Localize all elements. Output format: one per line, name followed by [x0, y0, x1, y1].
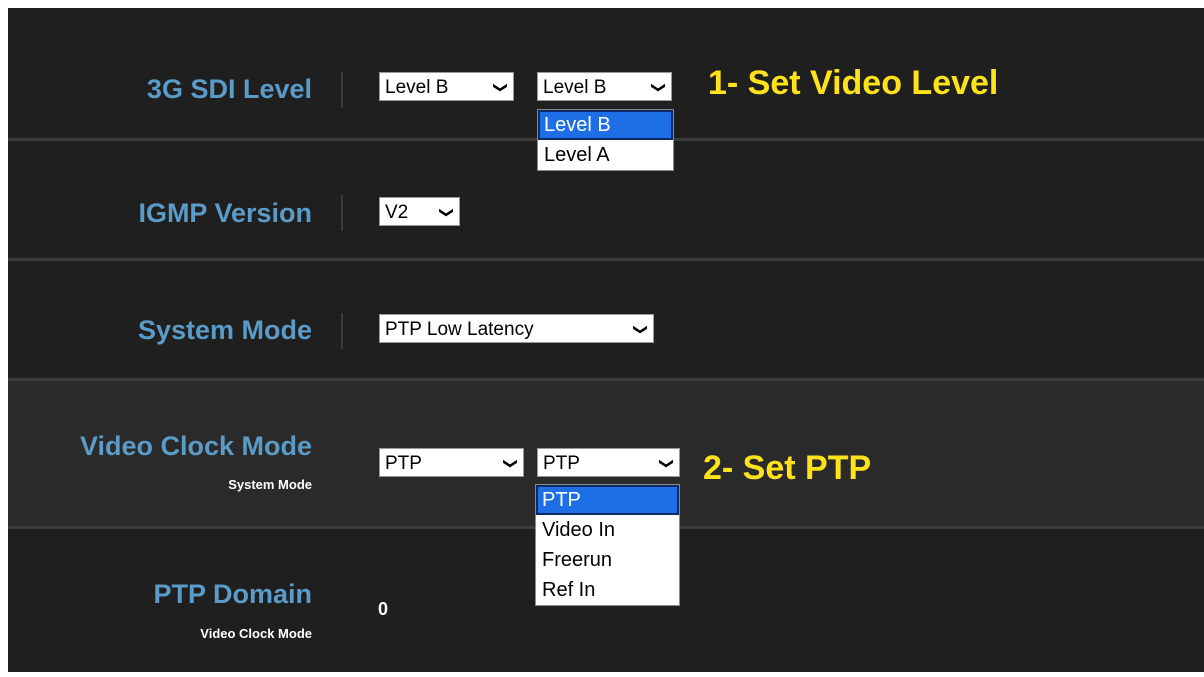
- sdi-level-dropdown: Level B Level A: [537, 109, 674, 171]
- video-clock-mode-option[interactable]: PTP: [536, 485, 679, 515]
- video-clock-mode-select-open-value: PTP: [543, 453, 580, 474]
- divider: [341, 72, 343, 108]
- sdi-level-option[interactable]: Level B: [538, 110, 673, 140]
- igmp-version-select-value: V2: [385, 202, 409, 223]
- sdi-level-select-open-value: Level B: [543, 77, 607, 98]
- video-clock-mode-select-value: PTP: [385, 453, 422, 474]
- sdi-level-select-value: Level B: [385, 77, 449, 98]
- divider: [341, 195, 343, 231]
- system-mode-label: System Mode: [137, 315, 312, 345]
- chevron-down-icon: ❯: [439, 206, 456, 219]
- video-clock-mode-option[interactable]: Freerun: [536, 545, 679, 575]
- ptp-domain-value: 0: [378, 599, 389, 619]
- ptp-domain-sublabel: Video Clock Mode: [200, 626, 312, 641]
- video-clock-mode-label: Video Clock Mode: [79, 431, 312, 461]
- video-clock-mode-option[interactable]: Video In: [536, 515, 679, 545]
- video-clock-mode-select-open[interactable]: PTP ❯: [537, 448, 680, 477]
- chevron-down-icon: ❯: [659, 457, 676, 470]
- video-clock-mode-sublabel: System Mode: [228, 477, 312, 492]
- sdi-level-select[interactable]: Level B ❯: [379, 72, 514, 101]
- row-system-mode: System Mode PTP Low Latency ❯: [8, 261, 1204, 381]
- chevron-down-icon: ❯: [633, 323, 650, 336]
- system-mode-select-value: PTP Low Latency: [385, 319, 534, 340]
- system-mode-select[interactable]: PTP Low Latency ❯: [379, 314, 654, 343]
- chevron-down-icon: ❯: [503, 457, 520, 470]
- annotation-set-video-level: 1- Set Video Level: [708, 64, 999, 102]
- annotation-set-ptp: 2- Set PTP: [703, 449, 872, 487]
- video-clock-mode-option[interactable]: Ref In: [536, 575, 679, 605]
- igmp-version-select[interactable]: V2 ❯: [379, 197, 460, 226]
- video-clock-mode-select[interactable]: PTP ❯: [379, 448, 524, 477]
- ptp-domain-label: PTP Domain: [153, 579, 312, 609]
- chevron-down-icon: ❯: [651, 81, 668, 94]
- sdi-level-option[interactable]: Level A: [538, 140, 673, 170]
- video-clock-mode-dropdown: PTP Video In Freerun Ref In: [535, 484, 680, 606]
- settings-panel: 3G SDI Level Level B ❯ Level B ❯ 1- Set …: [8, 8, 1204, 672]
- chevron-down-icon: ❯: [493, 81, 510, 94]
- sdi-level-label: 3G SDI Level: [146, 74, 312, 104]
- sdi-level-select-open[interactable]: Level B ❯: [537, 72, 672, 101]
- divider: [341, 313, 343, 349]
- igmp-version-label: IGMP Version: [138, 198, 312, 228]
